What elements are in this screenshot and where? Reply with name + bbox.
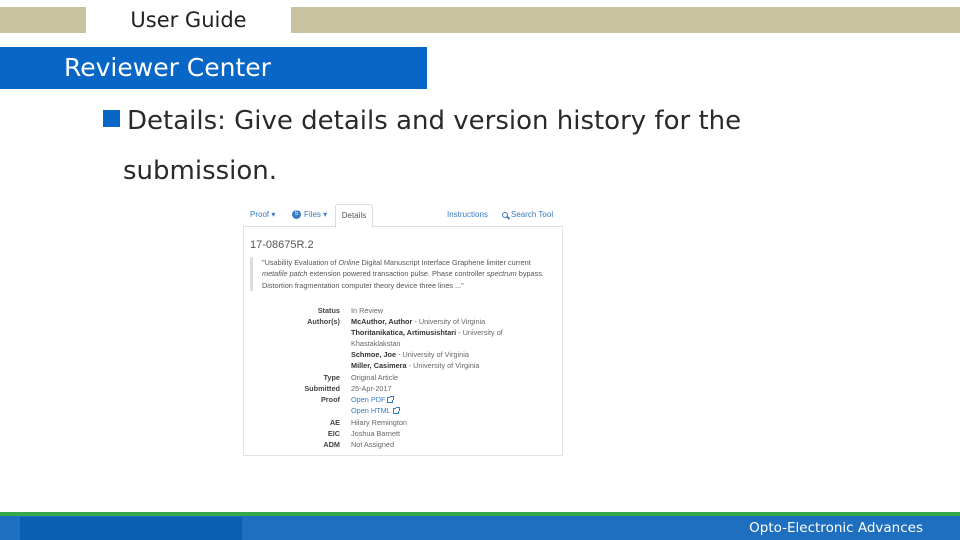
field-label: Proof (320, 395, 340, 404)
details-panel: 17-08675R.2 "Usability Evaluation of Onl… (243, 227, 563, 456)
open-pdf-link[interactable]: Open PDF (351, 395, 395, 404)
author-name: Thoritanikatica, Artimusishtari (351, 328, 457, 337)
screenshot-tab-bar: Proof ▾ 5 Files ▾ Details Instructions S… (243, 202, 563, 228)
search-icon (502, 211, 508, 218)
tab-files[interactable]: 5 Files ▾ (292, 210, 327, 219)
author-name: Schmoe, Joe (351, 350, 397, 359)
manuscript-abstract: "Usability Evaluation of Online Digital … (250, 257, 555, 291)
tab-files-label: Files ▾ (304, 210, 328, 219)
author-name: McAuthor, Author (351, 317, 413, 326)
header-band-right (291, 7, 960, 33)
tab-search-label: Search Tool (511, 210, 554, 219)
field-value: Hilary Remington (351, 418, 407, 427)
author-list: McAuthor, Author - University of Virgini… (351, 317, 503, 370)
field-value: Joshua Barnett (351, 429, 401, 438)
header-band-left (0, 7, 86, 33)
open-html-link[interactable]: Open HTML (351, 406, 400, 415)
field-label: ADM (323, 440, 340, 449)
details-screenshot: Proof ▾ 5 Files ▾ Details Instructions S… (243, 202, 563, 456)
external-link-icon (387, 396, 395, 404)
bullet-text-line2: submission. (123, 156, 278, 186)
manuscript-id: 17-08675R.2 (250, 239, 314, 251)
field-label: Submitted (304, 384, 340, 393)
field-value: Not Assigned (351, 440, 394, 449)
tab-search-tool[interactable]: Search Tool (502, 210, 553, 219)
external-link-icon (392, 407, 400, 415)
field-label: AE (329, 418, 340, 427)
guide-label: User Guide (130, 8, 247, 32)
author-name: Miller, Casimera (351, 361, 407, 370)
section-title: Reviewer Center (64, 53, 271, 82)
tab-proof[interactable]: Proof ▾ (250, 210, 275, 219)
square-bullet-icon (103, 110, 120, 127)
field-label: EIC (327, 429, 340, 438)
field-value: In Review (351, 306, 384, 315)
field-label: Type (323, 373, 341, 382)
field-value: Original Article (351, 373, 399, 382)
bullet-text-line1: Details: Give details and version histor… (127, 106, 742, 136)
footer-left-block (20, 517, 242, 540)
tab-details[interactable]: Details (335, 204, 373, 228)
tab-instructions[interactable]: Instructions (447, 210, 488, 219)
field-label: Author(s) (307, 317, 340, 326)
proof-links: Open PDF Open HTML (351, 394, 541, 416)
field-label: Status (317, 306, 340, 315)
field-value: 25-Apr-2017 (351, 384, 392, 393)
footer-journal-name: Opto-Electronic Advances (749, 520, 923, 536)
files-count-badge: 5 (292, 210, 301, 219)
